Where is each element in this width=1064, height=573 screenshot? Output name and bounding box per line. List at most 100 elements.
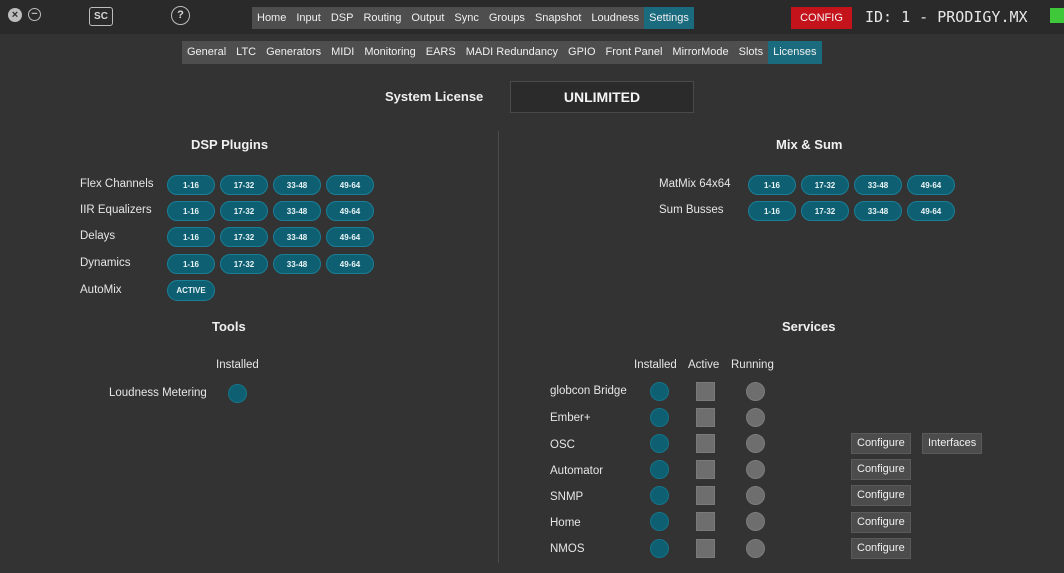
- flex-channels-33-48-button[interactable]: 33-48: [273, 175, 321, 195]
- service-osc-label: OSC: [550, 439, 575, 451]
- dsp-plugins-title: DSP Plugins: [191, 137, 269, 152]
- tab-snapshot[interactable]: Snapshot: [530, 7, 586, 29]
- title-bar: × − SC ? Home Input DSP Routing Output S…: [0, 0, 1064, 34]
- flex-channels-49-64-button[interactable]: 49-64: [326, 175, 374, 195]
- tab-settings[interactable]: Settings: [644, 7, 694, 29]
- service-ember-label: Ember+: [550, 412, 591, 424]
- subtab-general[interactable]: General: [182, 41, 231, 64]
- service-snmp-active-toggle[interactable]: [696, 486, 715, 505]
- flex-channels-1-16-button[interactable]: 1-16: [167, 175, 215, 195]
- subtab-monitoring[interactable]: Monitoring: [359, 41, 420, 64]
- subtab-gpio[interactable]: GPIO: [563, 41, 601, 64]
- osc-interfaces-button[interactable]: Interfaces: [922, 433, 983, 454]
- iir-equalizers-49-64-button[interactable]: 49-64: [326, 201, 374, 221]
- service-automator-active-toggle[interactable]: [696, 460, 715, 479]
- service-globcon-bridge-running-indicator: [746, 382, 765, 401]
- subtab-midi[interactable]: MIDI: [326, 41, 359, 64]
- subtab-ears[interactable]: EARS: [421, 41, 461, 64]
- delays-33-48-button[interactable]: 33-48: [273, 227, 321, 247]
- status-led-icon: [1050, 8, 1064, 23]
- dynamics-33-48-button[interactable]: 33-48: [273, 254, 321, 274]
- subtab-front-panel[interactable]: Front Panel: [601, 41, 668, 64]
- services-title: Services: [782, 319, 836, 334]
- nmos-configure-button[interactable]: Configure: [851, 538, 911, 559]
- tab-dsp[interactable]: DSP: [326, 7, 359, 29]
- delays-label: Delays: [80, 230, 116, 242]
- service-globcon-bridge-installed-indicator[interactable]: [650, 382, 669, 401]
- service-home-label: Home: [550, 517, 581, 529]
- osc-configure-button[interactable]: Configure: [851, 433, 911, 454]
- matmix-33-48-button[interactable]: 33-48: [854, 175, 902, 195]
- service-nmos-active-toggle[interactable]: [696, 539, 715, 558]
- matmix-17-32-button[interactable]: 17-32: [801, 175, 849, 195]
- service-osc-running-indicator: [746, 434, 765, 453]
- config-button[interactable]: CONFIG: [791, 7, 852, 29]
- sum-busses-33-48-button[interactable]: 33-48: [854, 201, 902, 221]
- services-running-header: Running: [731, 359, 774, 371]
- service-ember-running-indicator: [746, 408, 765, 427]
- sum-busses-49-64-button[interactable]: 49-64: [907, 201, 955, 221]
- delays-17-32-button[interactable]: 17-32: [220, 227, 268, 247]
- subtab-ltc[interactable]: LTC: [231, 41, 261, 64]
- service-nmos-running-indicator: [746, 539, 765, 558]
- service-ember-installed-indicator[interactable]: [650, 408, 669, 427]
- service-osc-installed-indicator[interactable]: [650, 434, 669, 453]
- sum-busses-label: Sum Busses: [659, 204, 724, 216]
- service-home-active-toggle[interactable]: [696, 512, 715, 531]
- matmix-label: MatMix 64x64: [659, 178, 731, 190]
- subtab-madi-redundancy[interactable]: MADI Redundancy: [461, 41, 563, 64]
- snmp-configure-button[interactable]: Configure: [851, 485, 911, 506]
- tab-input[interactable]: Input: [291, 7, 325, 29]
- service-snmp-installed-indicator[interactable]: [650, 486, 669, 505]
- dynamics-1-16-button[interactable]: 1-16: [167, 254, 215, 274]
- tab-routing[interactable]: Routing: [358, 7, 406, 29]
- flex-channels-17-32-button[interactable]: 17-32: [220, 175, 268, 195]
- tab-loudness[interactable]: Loudness: [586, 7, 644, 29]
- dynamics-label: Dynamics: [80, 257, 131, 269]
- service-automator-label: Automator: [550, 465, 604, 477]
- help-icon[interactable]: ?: [171, 6, 190, 25]
- sc-logo-button[interactable]: SC: [89, 7, 113, 26]
- automator-configure-button[interactable]: Configure: [851, 459, 911, 480]
- sum-busses-1-16-button[interactable]: 1-16: [748, 201, 796, 221]
- tab-sync[interactable]: Sync: [449, 7, 483, 29]
- iir-equalizers-33-48-button[interactable]: 33-48: [273, 201, 321, 221]
- sum-busses-17-32-button[interactable]: 17-32: [801, 201, 849, 221]
- service-osc-active-toggle[interactable]: [696, 434, 715, 453]
- subtab-mirrormode[interactable]: MirrorMode: [667, 41, 733, 64]
- matmix-49-64-button[interactable]: 49-64: [907, 175, 955, 195]
- services-installed-header: Installed: [634, 359, 677, 371]
- minimize-icon[interactable]: −: [28, 8, 41, 21]
- settings-subnav: General LTC Generators MIDI Monitoring E…: [182, 41, 822, 64]
- automix-active-button[interactable]: ACTIVE: [167, 280, 215, 301]
- service-nmos-installed-indicator[interactable]: [650, 539, 669, 558]
- service-ember-active-toggle[interactable]: [696, 408, 715, 427]
- dynamics-49-64-button[interactable]: 49-64: [326, 254, 374, 274]
- subtab-generators[interactable]: Generators: [261, 41, 326, 64]
- loudness-metering-label: Loudness Metering: [109, 387, 207, 399]
- service-home-installed-indicator[interactable]: [650, 512, 669, 531]
- device-id-label: ID: 1 - PRODIGY.MX: [865, 8, 1028, 26]
- tools-title: Tools: [212, 319, 246, 334]
- delays-1-16-button[interactable]: 1-16: [167, 227, 215, 247]
- tab-output[interactable]: Output: [406, 7, 449, 29]
- tab-home[interactable]: Home: [252, 7, 291, 29]
- close-icon[interactable]: ×: [8, 8, 22, 22]
- system-license-value: UNLIMITED: [510, 81, 694, 113]
- automix-label: AutoMix: [80, 284, 122, 296]
- dynamics-17-32-button[interactable]: 17-32: [220, 254, 268, 274]
- service-automator-installed-indicator[interactable]: [650, 460, 669, 479]
- iir-equalizers-1-16-button[interactable]: 1-16: [167, 201, 215, 221]
- system-license-label: System License: [385, 89, 484, 104]
- delays-49-64-button[interactable]: 49-64: [326, 227, 374, 247]
- service-globcon-bridge-active-toggle[interactable]: [696, 382, 715, 401]
- iir-equalizers-17-32-button[interactable]: 17-32: [220, 201, 268, 221]
- home-configure-button[interactable]: Configure: [851, 512, 911, 533]
- loudness-metering-installed-indicator[interactable]: [228, 384, 247, 403]
- tab-groups[interactable]: Groups: [484, 7, 530, 29]
- services-active-header: Active: [688, 359, 720, 371]
- matmix-1-16-button[interactable]: 1-16: [748, 175, 796, 195]
- service-globcon-bridge-label: globcon Bridge: [550, 385, 627, 397]
- subtab-licenses[interactable]: Licenses: [768, 41, 822, 64]
- subtab-slots[interactable]: Slots: [734, 41, 768, 64]
